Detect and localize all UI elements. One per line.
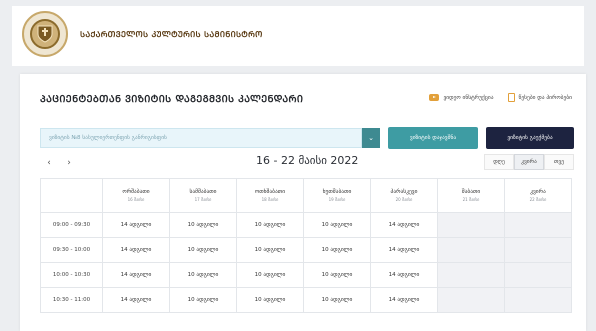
slot-cell[interactable]: 14 ადგილი xyxy=(370,262,438,288)
day-name: ხუთშაბათი xyxy=(322,189,352,195)
day-header-row: ორშაბათი 16 მაისი სამშაბათი 17 მაისი ოთხშა… xyxy=(40,178,572,213)
page-title: ᲞᲐᲪᲘᲔᲜᲢᲔᲑᲗᲐᲜ ᲕᲘᲖᲘᲢᲘᲡ ᲓᲐᲒᲔᲒᲛᲕᲘᲡ ᲙᲐᲚᲔᲜᲓᲐᲠᲘ xyxy=(40,94,304,105)
day-header: სამშაბათი 17 მაისი xyxy=(169,178,237,213)
slot-cell[interactable]: 10 ადგილი xyxy=(169,262,237,288)
date-range: 16 - 22 მაისი 2022 xyxy=(256,154,359,167)
time-slot-row: 10:30 - 11:00 14 ადგილი 10 ადგილი 10 ადგ… xyxy=(40,287,572,313)
time-slot-row: 09:30 - 10:00 14 ადგილი 10 ადგილი 10 ადგ… xyxy=(40,237,572,263)
day-name: ოთხშაბათი xyxy=(254,189,286,195)
ministry-name: ᲡᲐᲥᲐᲠᲗᲕᲔᲚᲝᲡ ᲙᲣᲚᲢᲣᲠᲘᲡ ᲡᲐᲛᲘᲜᲘᲡᲢᲠᲝ xyxy=(80,30,263,39)
terms-link[interactable]: წესები და პირობები xyxy=(507,93,572,102)
slot-cell[interactable]: 14 ადგილი xyxy=(370,237,438,263)
day-date: 19 მაისი xyxy=(328,197,346,202)
time-slot-label: 10:00 - 10:30 xyxy=(40,262,103,288)
slot-cell[interactable]: 10 ადგილი xyxy=(303,287,371,313)
day-name: კვირა xyxy=(530,189,546,195)
day-header: ორშაბათი 16 მაისი xyxy=(102,178,170,213)
slot-cell[interactable]: 10 ადგილი xyxy=(303,212,371,238)
time-slot-row: 09:00 - 09:30 14 ადგილი 10 ადგილი 10 ადგ… xyxy=(40,212,572,238)
slot-cell[interactable]: 10 ადგილი xyxy=(169,287,237,313)
chevron-right-icon[interactable]: › xyxy=(62,156,76,170)
slot-cell-unavailable xyxy=(504,212,572,238)
day-date: 16 მაისი xyxy=(127,197,145,202)
slot-cell-unavailable xyxy=(504,237,572,263)
slot-cell[interactable]: 10 ადგილი xyxy=(169,237,237,263)
slot-cell[interactable]: 10 ადგილი xyxy=(236,237,304,263)
day-header: ხუთშაბათი 19 მაისი xyxy=(303,178,371,213)
chevron-left-icon[interactable]: ‹ xyxy=(42,156,56,170)
day-date: 22 მაისი xyxy=(529,197,547,202)
day-date: 20 მაისი xyxy=(395,197,413,202)
help-links: ვიდეო ინსტრუქცია წესები და პირობები xyxy=(429,93,572,102)
ministry-logo[interactable] xyxy=(22,11,68,57)
week-navigation: ‹ › xyxy=(42,156,76,170)
slot-cell-unavailable xyxy=(437,237,505,263)
day-name: პარასკევი xyxy=(390,189,418,195)
coat-of-arms-icon xyxy=(30,19,60,49)
cancel-visit-button[interactable]: ვიზიტის გაუქმება xyxy=(486,127,574,149)
slot-cell[interactable]: 14 ადგილი xyxy=(102,237,170,263)
slot-cell[interactable]: 14 ადგილი xyxy=(370,287,438,313)
slot-cell[interactable]: 14 ადგილი xyxy=(102,287,170,313)
day-date: 21 მაისი xyxy=(462,197,480,202)
view-week-tab[interactable]: კვირა xyxy=(514,154,544,170)
day-header: პარასკევი 20 მაისი xyxy=(370,178,438,213)
calendar-card: ᲞᲐᲪᲘᲔᲜᲢᲔᲑᲗᲐᲜ ᲕᲘᲖᲘᲢᲘᲡ ᲓᲐᲒᲔᲒᲛᲕᲘᲡ ᲙᲐᲚᲔᲜᲓᲐᲠᲘ… xyxy=(20,74,586,331)
time-slot-label: 09:00 - 09:30 xyxy=(40,212,103,238)
day-date: 18 მაისი xyxy=(261,197,279,202)
view-day-tab[interactable]: დღე xyxy=(484,154,514,170)
slot-cell[interactable]: 10 ადგილი xyxy=(236,212,304,238)
slot-cell[interactable]: 10 ადგილი xyxy=(169,212,237,238)
slot-cell[interactable]: 14 ადგილი xyxy=(102,262,170,288)
slot-cell-unavailable xyxy=(437,262,505,288)
slot-cell[interactable]: 10 ადგილი xyxy=(303,237,371,263)
visit-type-value: ვიზიტის №8 სასულიერთენფის განრიგისფის xyxy=(49,135,167,141)
video-icon xyxy=(429,94,440,101)
visit-type-select[interactable]: ვიზიტის №8 სასულიერთენფის განრიგისფის xyxy=(40,128,362,148)
day-header: კვირა 22 მაისი xyxy=(504,178,572,213)
book-visit-button[interactable]: ვიზიტის დაჯავშნა xyxy=(388,127,478,149)
time-slot-label: 10:30 - 11:00 xyxy=(40,287,103,313)
day-date: 17 მაისი xyxy=(194,197,212,202)
day-header: შაბათი 21 მაისი xyxy=(437,178,505,213)
time-slot-label: 09:30 - 10:00 xyxy=(40,237,103,263)
slot-cell-unavailable xyxy=(504,262,572,288)
view-month-tab[interactable]: თვე xyxy=(544,154,574,170)
slot-cell[interactable]: 10 ადგილი xyxy=(236,262,304,288)
day-name: შაბათი xyxy=(461,189,481,195)
slot-cell[interactable]: 10 ადგილი xyxy=(236,287,304,313)
top-header: ᲡᲐᲥᲐᲠᲗᲕᲔᲚᲝᲡ ᲙᲣᲚᲢᲣᲠᲘᲡ ᲡᲐᲛᲘᲜᲘᲡᲢᲠᲝ xyxy=(12,6,584,66)
terms-label: წესები და პირობები xyxy=(518,94,572,101)
chevron-down-icon[interactable]: ⌄ xyxy=(362,128,380,148)
time-slot-row: 10:00 - 10:30 14 ადგილი 10 ადგილი 10 ადგ… xyxy=(40,262,572,288)
slot-cell[interactable]: 14 ადგილი xyxy=(370,212,438,238)
view-switcher: დღე კვირა თვე xyxy=(484,154,574,170)
slot-cell-unavailable xyxy=(504,287,572,313)
time-column-header xyxy=(40,178,103,213)
slot-cell[interactable]: 14 ადგილი xyxy=(102,212,170,238)
day-header: ოთხშაბათი 18 მაისი xyxy=(236,178,304,213)
document-icon xyxy=(507,93,515,102)
slot-cell-unavailable xyxy=(437,212,505,238)
slot-cell[interactable]: 10 ადგილი xyxy=(303,262,371,288)
day-name: ორშაბათი xyxy=(122,189,150,195)
day-name: სამშაბათი xyxy=(189,189,217,195)
video-instructions-link[interactable]: ვიდეო ინსტრუქცია xyxy=(429,93,494,102)
video-instructions-label: ვიდეო ინსტრუქცია xyxy=(443,94,494,101)
schedule-grid: ორშაბათი 16 მაისი სამშაბათი 17 მაისი ოთხშა… xyxy=(40,178,572,313)
slot-cell-unavailable xyxy=(437,287,505,313)
